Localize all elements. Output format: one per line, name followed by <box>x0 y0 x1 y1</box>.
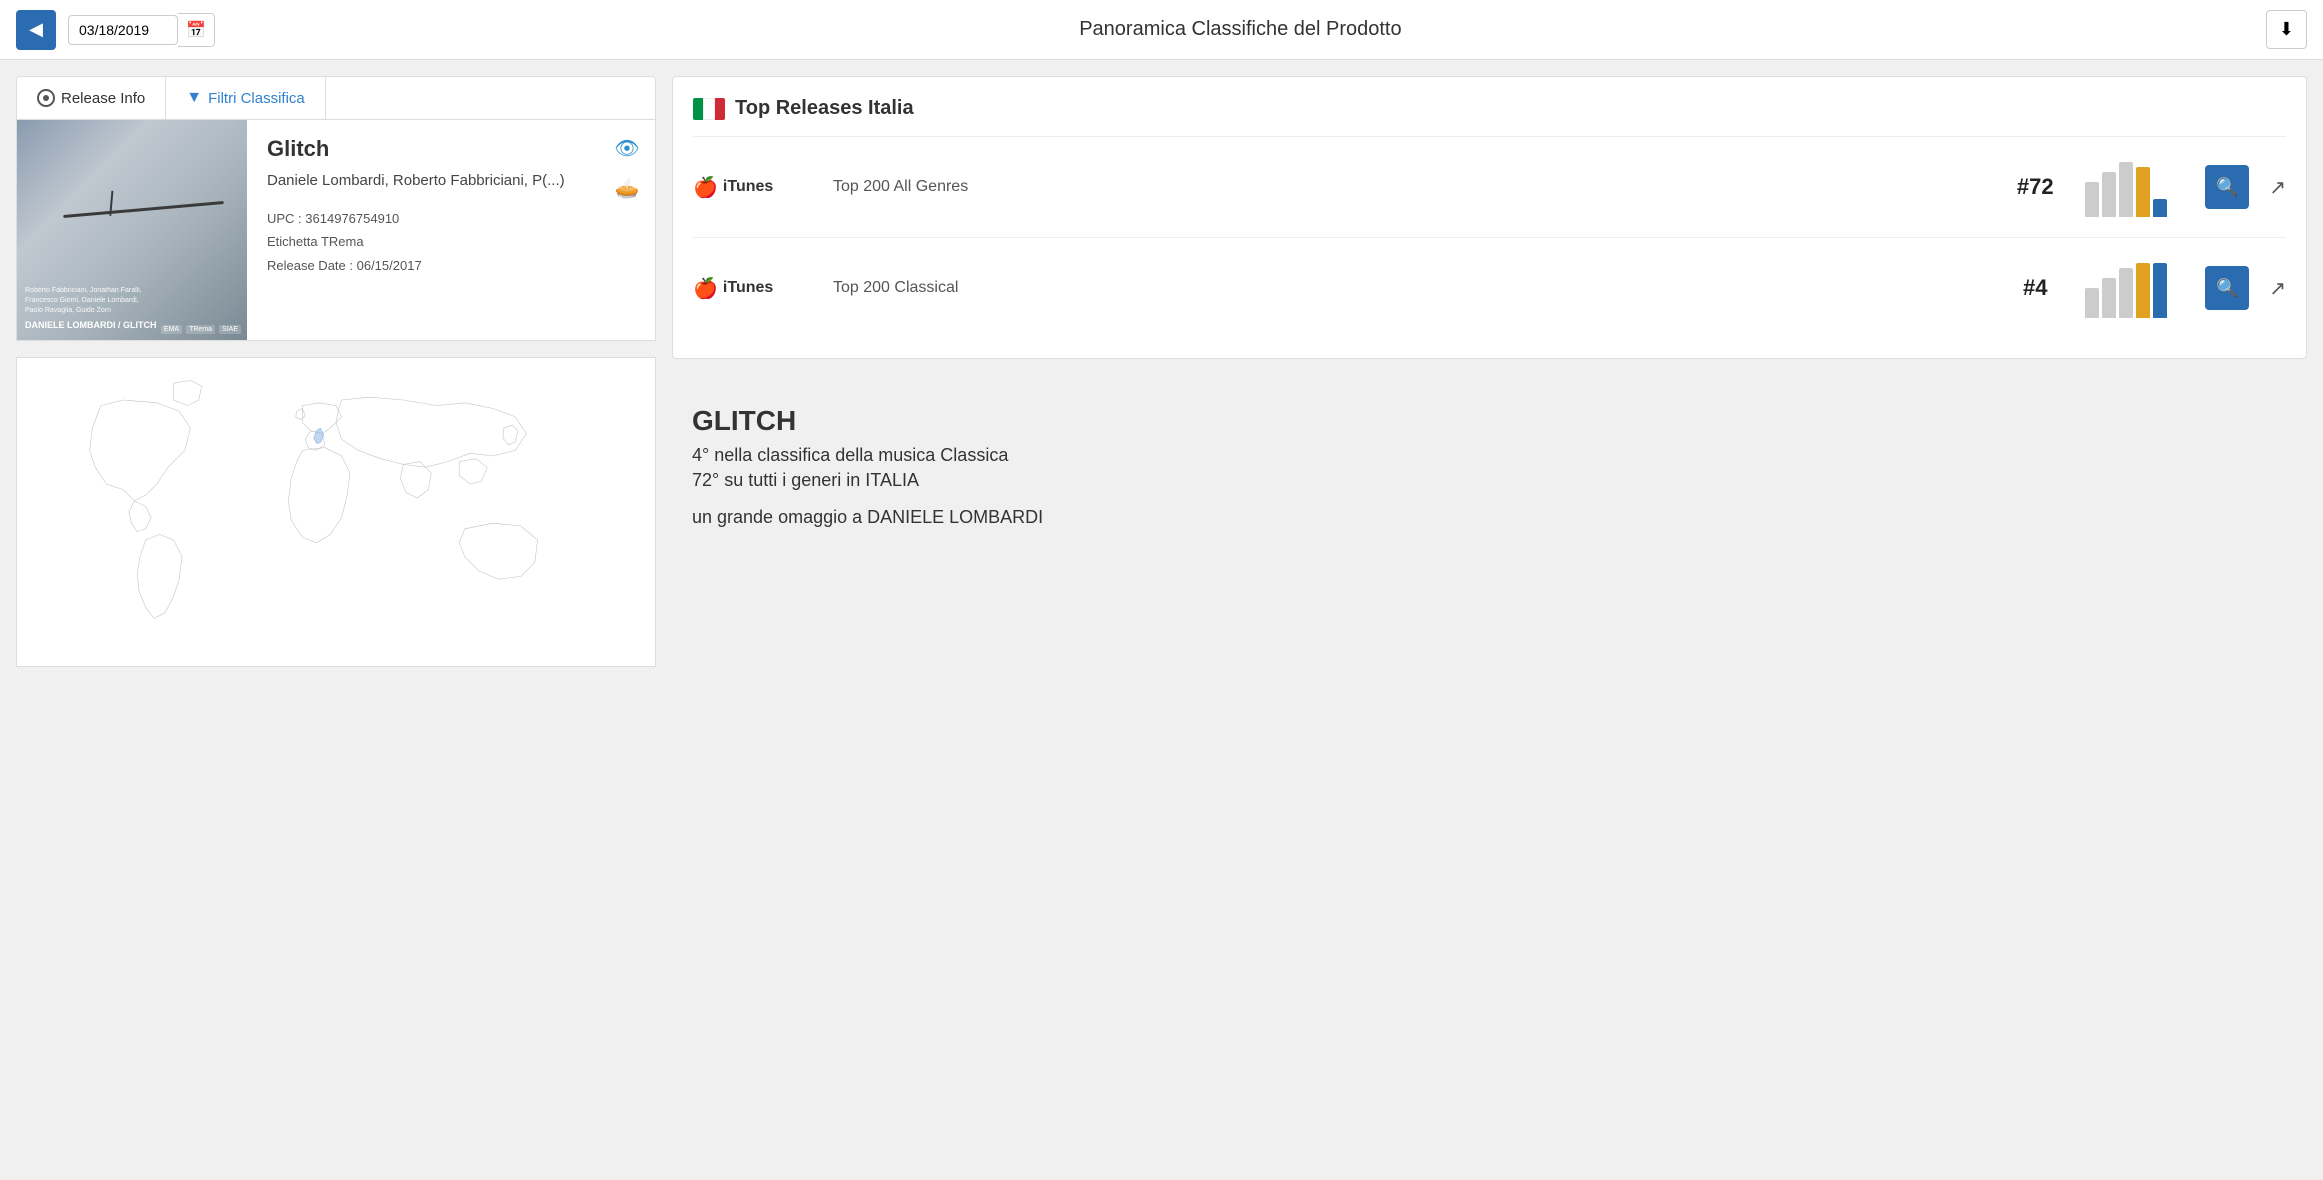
bar-1-2 <box>2102 172 2116 217</box>
upc-value: 3614976754910 <box>305 211 399 226</box>
map-card <box>16 357 656 667</box>
chart-rank-1: #72 <box>2005 174 2065 200</box>
upc-line: UPC : 3614976754910 <box>267 207 635 230</box>
bar-1-4 <box>2136 167 2150 217</box>
chart-bars-1 <box>2085 157 2185 217</box>
header: ◀ 📅 Panoramica Classifiche del Prodotto … <box>0 0 2323 60</box>
itunes-text: iTunes <box>723 178 773 196</box>
chart-row-2: 🍎 iTunes Top 200 Classical #4 🔍 ↗ <box>693 237 2286 338</box>
card-actions: 👁 🥧 <box>611 132 643 204</box>
promo-line-2: 72° su tutti i generi in ITALIA <box>692 470 2287 491</box>
tab-release-info[interactable]: Release Info <box>17 77 166 119</box>
left-panel: Release Info ▼ Filtri Classifica Roberto… <box>16 76 656 1164</box>
download-button[interactable]: ⬇ <box>2266 10 2307 49</box>
bar-2-2 <box>2102 278 2116 318</box>
etichetta-line: Etichetta TRema <box>267 230 635 253</box>
etichetta-label: Etichetta <box>267 234 321 249</box>
tab-filtri-label: Filtri Classifica <box>208 90 305 107</box>
itunes-text-2: iTunes <box>723 279 773 297</box>
release-meta: UPC : 3614976754910 Etichetta TRema Rele… <box>267 207 635 277</box>
release-date-label: Release Date : <box>267 258 357 273</box>
tabs-bar: Release Info ▼ Filtri Classifica <box>16 76 656 120</box>
album-art-text: Roberto Fabbriciani, Jonathan Faralli,Fr… <box>25 286 157 332</box>
flag-white <box>703 98 715 120</box>
bar-2-5 <box>2153 263 2167 318</box>
bar-2-4 <box>2136 263 2150 318</box>
promo-card: GLITCH 4° nella classifica della musica … <box>672 375 2307 558</box>
radio-icon <box>37 89 55 107</box>
promo-subtitle: un grande omaggio a DANIELE LOMBARDI <box>692 507 2287 528</box>
itunes-logo-1: 🍎 iTunes <box>693 175 813 200</box>
release-date-value: 06/15/2017 <box>357 258 422 273</box>
apple-icon-2: 🍎 <box>693 276 718 301</box>
itunes-logo-2: 🍎 iTunes <box>693 276 813 301</box>
apple-icon: 🍎 <box>693 175 718 200</box>
tab-release-info-label: Release Info <box>61 90 145 107</box>
flag-green <box>693 98 703 120</box>
album-title-text: DANIELE LOMBARDI / GLITCH <box>25 319 157 332</box>
zoom-button-2[interactable]: 🔍 <box>2205 266 2249 310</box>
release-info: Glitch Daniele Lombardi, Roberto Fabbric… <box>247 120 655 340</box>
trema-logo: TRema <box>186 325 215 334</box>
main-content: Release Info ▼ Filtri Classifica Roberto… <box>0 60 2323 1180</box>
album-credits: Roberto Fabbriciani, Jonathan Faralli,Fr… <box>25 286 157 315</box>
share-button-1[interactable]: ↗ <box>2269 175 2286 200</box>
promo-line-1: 4° nella classifica della musica Classic… <box>692 445 2287 466</box>
back-button[interactable]: ◀ <box>16 10 56 50</box>
world-map <box>46 372 626 652</box>
right-panel: Top Releases Italia 🍎 iTunes Top 200 All… <box>672 76 2307 1164</box>
bar-1-3 <box>2119 162 2133 217</box>
top-releases-header: Top Releases Italia <box>693 97 2286 120</box>
siae-logo: SIAE <box>219 325 241 334</box>
ema-logo: EMA <box>161 325 182 334</box>
bar-2-3 <box>2119 268 2133 318</box>
eye-icon[interactable]: 👁 <box>611 132 643 164</box>
bar-1-5 <box>2153 199 2167 217</box>
etichetta-value: TRema <box>321 234 364 249</box>
flag-red <box>715 98 725 120</box>
date-input[interactable] <box>68 15 178 45</box>
chart-row-1: 🍎 iTunes Top 200 All Genres #72 🔍 ↗ <box>693 136 2286 237</box>
top-releases-card: Top Releases Italia 🍎 iTunes Top 200 All… <box>672 76 2307 359</box>
italy-flag <box>693 98 725 120</box>
album-logos: EMA TRema SIAE <box>161 325 241 334</box>
chart-rank-2: #4 <box>2005 275 2065 301</box>
tab-filtri-classifica[interactable]: ▼ Filtri Classifica <box>166 77 326 119</box>
bar-2-1 <box>2085 288 2099 318</box>
share-button-2[interactable]: ↗ <box>2269 276 2286 301</box>
release-title: Glitch <box>267 136 635 162</box>
album-art: Roberto Fabbriciani, Jonathan Faralli,Fr… <box>17 120 247 340</box>
release-date-line: Release Date : 06/15/2017 <box>267 254 635 277</box>
upc-label: UPC : <box>267 211 305 226</box>
top-releases-title: Top Releases Italia <box>735 97 914 120</box>
release-card: Roberto Fabbriciani, Jonathan Faralli,Fr… <box>16 120 656 341</box>
release-artist: Daniele Lombardi, Roberto Fabbriciani, P… <box>267 170 635 191</box>
promo-title: GLITCH <box>692 405 2287 437</box>
filter-icon: ▼ <box>186 89 202 107</box>
calendar-button[interactable]: 📅 <box>178 13 215 47</box>
pie-chart-icon[interactable]: 🥧 <box>611 172 643 204</box>
bar-1-1 <box>2085 182 2099 217</box>
chart-bars-2 <box>2085 258 2185 318</box>
itunes-logo-inner: 🍎 iTunes <box>693 175 773 200</box>
chart-name-2: Top 200 Classical <box>833 279 1985 297</box>
zoom-button-1[interactable]: 🔍 <box>2205 165 2249 209</box>
chart-name-1: Top 200 All Genres <box>833 178 1985 196</box>
itunes-logo-inner-2: 🍎 iTunes <box>693 276 773 301</box>
page-title: Panoramica Classifiche del Prodotto <box>215 18 2266 41</box>
